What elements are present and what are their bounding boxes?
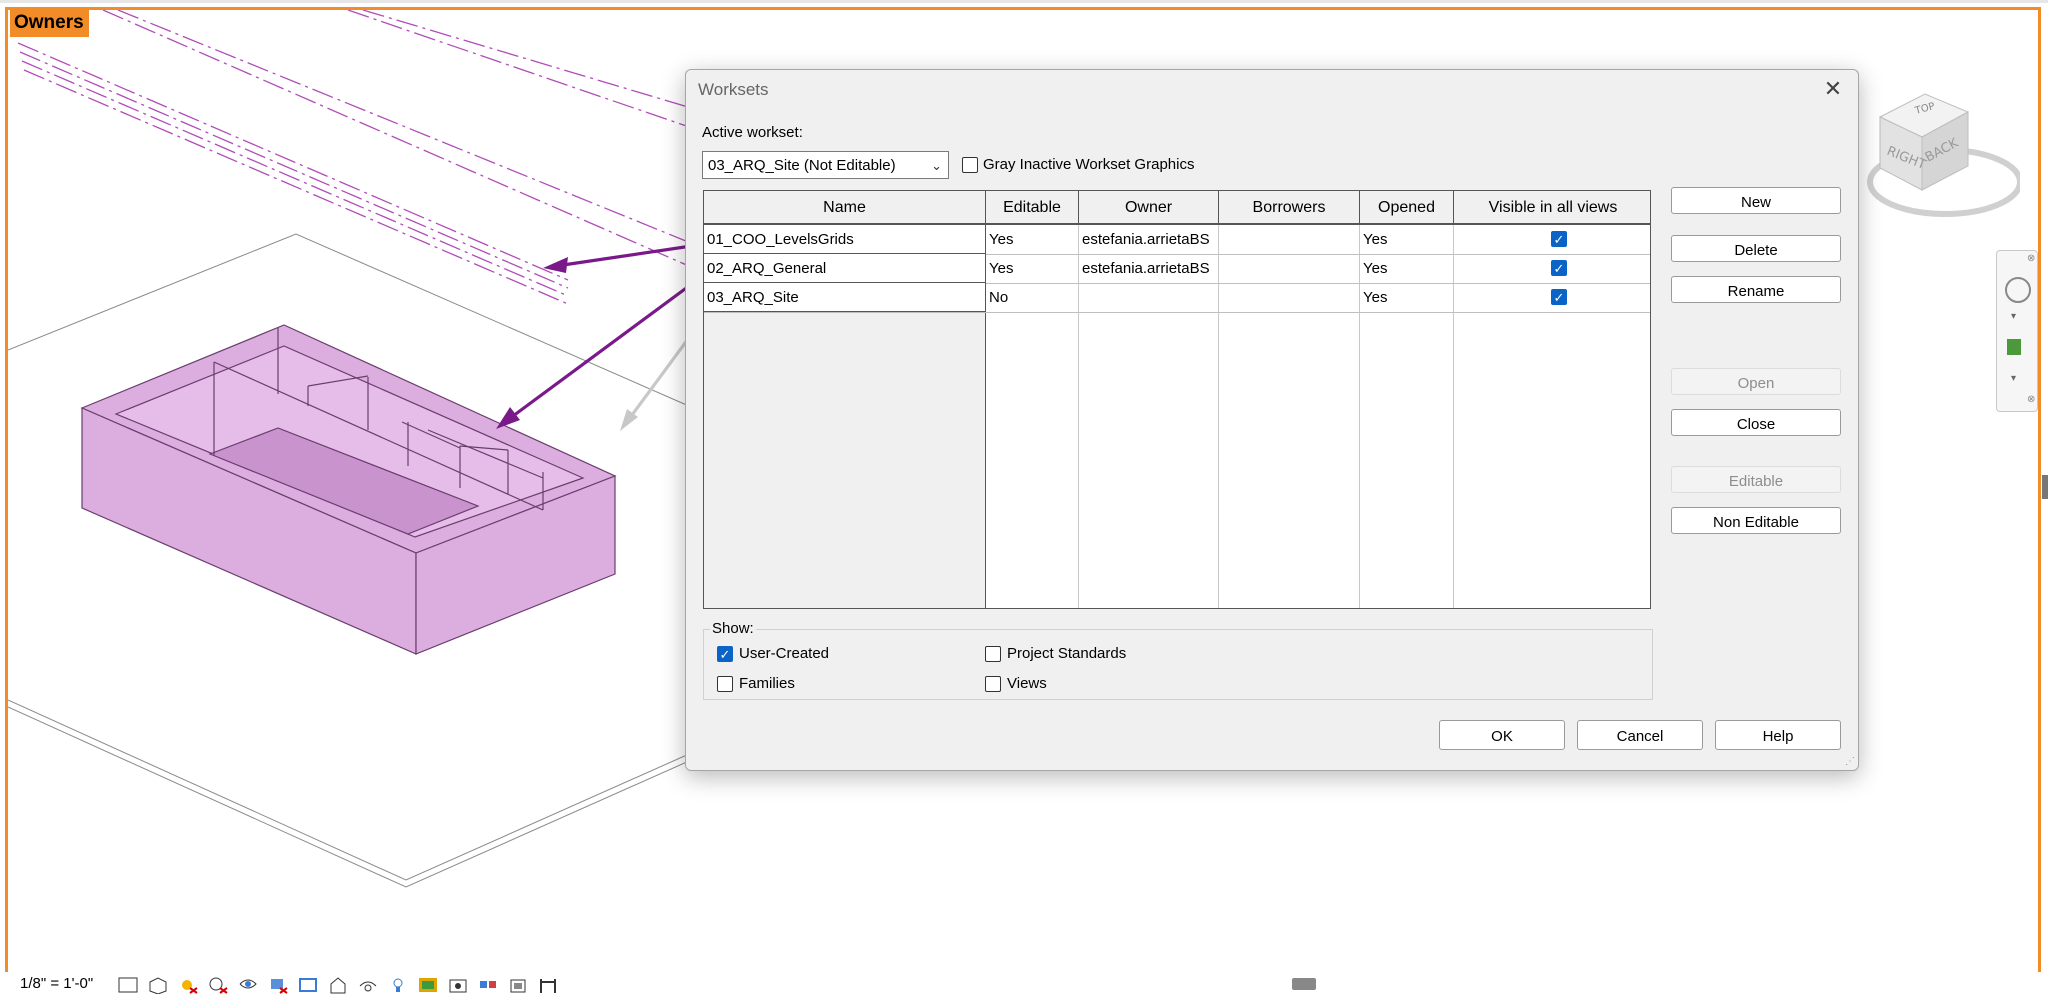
show-analytical-model-icon[interactable] [478, 976, 498, 994]
chevron-down-icon[interactable]: ▾ [2011, 373, 2016, 384]
view-owners-label: Owners [10, 10, 89, 37]
reveal-constraints-icon[interactable] [538, 976, 558, 994]
workset-name-cell[interactable]: 01_COO_LevelsGrids [704, 225, 986, 254]
editable-button[interactable]: Editable [1671, 466, 1841, 493]
active-workset-label: Active workset: [702, 124, 803, 141]
column-header-borrowers[interactable]: Borrowers [1219, 191, 1360, 225]
workset-name-cell[interactable]: 02_ARQ_General [704, 254, 986, 283]
views-checkbox[interactable] [985, 676, 1001, 692]
close-icon[interactable]: ⊗ [2027, 253, 2035, 264]
view-scale[interactable]: 1/8" = 1'-0" [20, 975, 93, 992]
show-label: Show: [710, 620, 756, 637]
project-standards-label: Project Standards [1007, 645, 1127, 662]
views-label: Views [1007, 675, 1047, 692]
render-icon[interactable] [238, 976, 258, 994]
reveal-hidden-icon[interactable] [388, 976, 408, 994]
close-icon[interactable]: ⊗ [2027, 394, 2035, 405]
gray-inactive-checkbox[interactable] [962, 157, 978, 173]
borrowers-cell [1219, 254, 1359, 283]
zoom-icon[interactable] [2007, 339, 2021, 355]
user-created-label: User-Created [739, 645, 830, 662]
temporary-hide-icon[interactable] [358, 976, 378, 994]
column-header-visible[interactable]: Visible in all views [1454, 191, 1650, 225]
worksets-table: Name Editable Owner Borrowers Opened Vis… [703, 190, 1651, 609]
gray-inactive-label: Gray Inactive Workset Graphics [983, 156, 1195, 173]
show-crop-icon[interactable] [298, 976, 318, 994]
column-header-opened[interactable]: Opened [1360, 191, 1454, 225]
families-checkbox[interactable] [717, 676, 733, 692]
worksharing-display-icon[interactable] [448, 976, 468, 994]
active-workset-value: 03_ARQ_Site (Not Editable) [708, 157, 896, 174]
close-icon[interactable]: ✕ [1818, 74, 1848, 104]
annotation-arrows [496, 242, 710, 431]
new-button[interactable]: New [1671, 187, 1841, 214]
project-standards-checkbox[interactable] [985, 646, 1001, 662]
editable-cell[interactable]: Yes [986, 254, 1078, 283]
detail-level-icon[interactable] [118, 976, 138, 994]
visible-checkbox[interactable]: ✓ [1551, 289, 1567, 305]
non-editable-button[interactable]: Non Editable [1671, 507, 1841, 534]
window-top-strip [0, 0, 2048, 3]
owner-cell: estefania.arrietaBS [1082, 260, 1210, 277]
visual-style-icon[interactable] [148, 976, 168, 994]
user-created-checkbox[interactable]: ✓ [717, 646, 733, 662]
building-mass [80, 324, 617, 655]
workset-name-cell[interactable]: 03_ARQ_Site [704, 283, 986, 312]
table-row[interactable]: 02_ARQ_General Yes estefania.arrietaBS Y… [704, 254, 1650, 284]
dialog-title: Worksets [698, 80, 769, 99]
chevron-down-icon: ⌄ [931, 158, 942, 173]
ok-button[interactable]: OK [1439, 720, 1565, 750]
cancel-button[interactable]: Cancel [1577, 720, 1703, 750]
close-button[interactable]: Close [1671, 409, 1841, 436]
temporary-properties-icon[interactable] [418, 976, 438, 994]
chevron-down-icon[interactable]: ▾ [2011, 311, 2016, 322]
visible-checkbox[interactable]: ✓ [1551, 260, 1567, 276]
shadows-icon[interactable] [208, 976, 228, 994]
help-button[interactable]: Help [1715, 720, 1841, 750]
opened-cell[interactable]: Yes [1360, 225, 1453, 254]
delete-button[interactable]: Delete [1671, 235, 1841, 262]
lock-view-icon[interactable] [328, 976, 348, 994]
steering-wheel-icon[interactable] [2005, 277, 2031, 303]
owner-cell: estefania.arrietaBS [1082, 231, 1210, 248]
navigation-bar[interactable]: ⊗ ▾ ▾ ⊗ [1996, 250, 2038, 412]
crop-view-icon[interactable] [268, 976, 288, 994]
editable-cell[interactable]: Yes [986, 225, 1078, 254]
column-header-editable[interactable]: Editable [986, 191, 1079, 225]
table-row[interactable]: 03_ARQ_Site No Yes ✓ [704, 283, 1650, 313]
show-group [703, 629, 1653, 700]
scroll-handle[interactable] [1292, 978, 1316, 990]
opened-cell[interactable]: Yes [1360, 283, 1453, 312]
borrowers-cell [1219, 283, 1359, 312]
opened-cell[interactable]: Yes [1360, 254, 1453, 283]
editable-cell[interactable]: No [986, 283, 1078, 312]
column-header-owner[interactable]: Owner [1079, 191, 1219, 225]
viewcube[interactable]: TOP RIGHT BACK [1850, 82, 2020, 232]
owner-cell [1079, 283, 1218, 312]
visible-cell: ✓ [1454, 225, 1650, 254]
borrowers-cell [1219, 225, 1359, 254]
active-workset-select[interactable]: 03_ARQ_Site (Not Editable) ⌄ [702, 151, 949, 179]
highlight-displacement-icon[interactable] [508, 976, 528, 994]
open-button[interactable]: Open [1671, 368, 1841, 395]
visible-cell: ✓ [1454, 283, 1650, 312]
rename-button[interactable]: Rename [1671, 276, 1841, 303]
worksets-dialog: Worksets ✕ Active workset: 03_ARQ_Site (… [685, 69, 1859, 771]
resize-grip-icon[interactable]: ⋰ [1845, 756, 1855, 767]
column-header-name[interactable]: Name [704, 191, 986, 225]
visible-checkbox[interactable]: ✓ [1551, 231, 1567, 247]
resize-handle[interactable] [2042, 475, 2048, 499]
sun-path-icon[interactable] [178, 976, 198, 994]
visible-cell: ✓ [1454, 254, 1650, 283]
families-label: Families [739, 675, 795, 692]
table-row[interactable]: 01_COO_LevelsGrids Yes estefania.arrieta… [704, 225, 1650, 255]
view-control-bar: 1/8" = 1'-0" [0, 972, 2048, 1000]
